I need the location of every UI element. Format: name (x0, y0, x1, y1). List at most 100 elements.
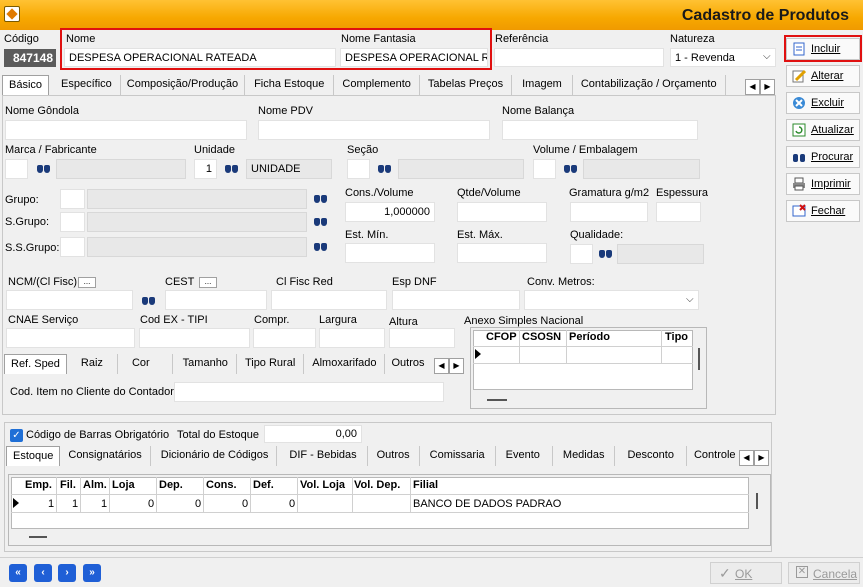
gramatura-input[interactable] (570, 202, 648, 222)
binoculars-icon[interactable] (313, 239, 329, 253)
esp-dnf-input[interactable] (392, 290, 520, 310)
tab-especifico[interactable]: Específico (49, 75, 121, 95)
sgrupo-code-input[interactable] (60, 212, 85, 232)
est-min-input[interactable] (345, 243, 435, 263)
stock-tab-comissaria[interactable]: Comissaria (419, 446, 496, 466)
unidade-code-input[interactable]: 1 (194, 159, 217, 179)
chevron-right-icon[interactable]: ▶ (449, 358, 464, 374)
tab-basico[interactable]: Básico (2, 75, 50, 95)
main-tab-scroll[interactable]: ◀ ▶ (745, 79, 775, 95)
ncm-input[interactable] (6, 290, 133, 310)
binoculars-icon[interactable] (377, 161, 393, 175)
tab-composicao[interactable]: Composição/Produção (120, 75, 246, 95)
volume-code-input[interactable] (533, 159, 556, 179)
stock-tab-medidas[interactable]: Medidas (552, 446, 616, 466)
imprimir-button[interactable]: Imprimir (786, 173, 860, 195)
stock-tab-desconto[interactable]: Desconto (615, 446, 687, 466)
ssgrupo-code-input[interactable] (60, 237, 85, 257)
subtab-cor[interactable]: Cor (117, 354, 173, 374)
last-record-icon[interactable]: » (83, 564, 101, 582)
binoculars-icon[interactable] (598, 246, 614, 260)
espessura-input[interactable] (656, 202, 701, 222)
gondola-input[interactable] (5, 120, 247, 140)
tab-contabilizacao[interactable]: Contabilização / Orçamento (572, 75, 726, 95)
previous-record-icon[interactable]: ‹ (34, 564, 52, 582)
subtab-almoxarifado[interactable]: Almoxarifado (304, 354, 386, 374)
subtab-tamanho[interactable]: Tamanho (172, 354, 237, 374)
pdv-input[interactable] (258, 120, 490, 140)
binoculars-icon[interactable] (224, 161, 240, 175)
chevron-down-icon[interactable]: ⌵ (763, 51, 771, 62)
stock-tab-controle[interactable]: Controle d (686, 446, 745, 466)
stock-tab-outros[interactable]: Outros (367, 446, 420, 466)
app-icon (4, 6, 20, 22)
tab-tabelas-precos[interactable]: Tabelas Preços (419, 75, 513, 95)
chevron-left-icon[interactable]: ◀ (745, 79, 760, 95)
next-record-icon[interactable]: › (58, 564, 76, 582)
binoculars-icon[interactable] (313, 214, 329, 228)
cons-volume-input[interactable]: 1,000000 (345, 202, 435, 222)
chevron-left-icon[interactable]: ◀ (739, 450, 754, 466)
binoculars-icon[interactable] (563, 161, 579, 175)
alterar-button[interactable]: Alterar (786, 65, 860, 87)
cest-lookup-button[interactable]: ... (199, 277, 217, 288)
altura-input[interactable] (389, 328, 455, 348)
cod-item-input[interactable] (174, 382, 444, 402)
stock-tab-dicionario[interactable]: Dicionário de Códigos (150, 446, 278, 466)
ncm-lookup-button[interactable]: ... (78, 277, 96, 288)
subtab-outros[interactable]: Outros (385, 354, 427, 374)
ok-button[interactable]: ✓ OK (710, 562, 782, 584)
chevron-right-icon[interactable]: ▶ (754, 450, 769, 466)
binoculars-icon[interactable] (313, 191, 329, 205)
atualizar-button[interactable]: Atualizar (786, 119, 860, 141)
subtab-scroll[interactable]: ◀ ▶ (434, 358, 464, 374)
tab-imagem[interactable]: Imagem (512, 75, 573, 95)
procurar-button[interactable]: Procurar (786, 146, 860, 168)
binoculars-icon[interactable] (141, 293, 157, 307)
stock-tab-estoque[interactable]: Estoque (6, 446, 61, 466)
cl-fisc-red-input[interactable] (271, 290, 387, 310)
excluir-button[interactable]: Excluir (786, 92, 860, 114)
stock-tab-consignatarios[interactable]: Consignatários (60, 446, 151, 466)
anexo-grid[interactable]: CFOP CSOSN Período Tipo (470, 327, 707, 409)
tab-ficha-estoque[interactable]: Ficha Estoque (245, 75, 335, 95)
referencia-input[interactable] (494, 48, 664, 67)
subtab-ref-sped[interactable]: Ref. Sped (4, 354, 67, 374)
nome-input[interactable]: DESPESA OPERACIONAL RATEADA (64, 48, 336, 67)
est-max-input[interactable] (457, 243, 547, 263)
largura-input[interactable] (319, 328, 385, 348)
stock-grid[interactable]: Emp. Fil. Alm. Loja Dep. Cons. Def. Vol.… (8, 474, 771, 546)
cod-ex-input[interactable] (139, 328, 250, 348)
binoculars-icon[interactable] (36, 161, 52, 175)
conv-metros-select[interactable] (524, 290, 699, 310)
barras-checkbox[interactable]: ✓ (10, 429, 23, 442)
vertical-scrollbar[interactable] (756, 493, 758, 509)
fechar-button[interactable]: Fechar (786, 200, 860, 222)
compr-input[interactable] (253, 328, 316, 348)
marca-code-input[interactable] (5, 159, 28, 179)
stock-tab-dif-bebidas[interactable]: DIF - Bebidas (277, 446, 368, 466)
stock-tab-evento[interactable]: Evento (495, 446, 553, 466)
chevron-down-icon[interactable]: ⌵ (686, 294, 694, 305)
incluir-button[interactable]: Incluir (786, 38, 860, 60)
horizontal-scrollbar[interactable] (29, 536, 47, 538)
subtab-tipo-rural[interactable]: Tipo Rural (236, 354, 305, 374)
stock-tab-scroll[interactable]: ◀ ▶ (739, 450, 769, 466)
cest-input[interactable] (165, 290, 267, 310)
horizontal-scrollbar[interactable] (487, 399, 507, 401)
qualidade-code-input[interactable] (570, 244, 593, 264)
vertical-scrollbar[interactable] (698, 348, 700, 370)
qtde-volume-input[interactable] (457, 202, 547, 222)
fantasia-input[interactable]: DESPESA OPERACIONAL R. (340, 48, 488, 67)
grupo-code-input[interactable] (60, 189, 85, 209)
subtab-raiz[interactable]: Raiz (66, 354, 118, 374)
cancel-button[interactable]: ✕ Cancela (788, 562, 860, 584)
secao-code-input[interactable] (347, 159, 370, 179)
natureza-select[interactable]: 1 - Revenda (670, 48, 776, 67)
tab-complemento[interactable]: Complemento (334, 75, 420, 95)
chevron-right-icon[interactable]: ▶ (760, 79, 775, 95)
chevron-left-icon[interactable]: ◀ (434, 358, 449, 374)
balanca-input[interactable] (502, 120, 698, 140)
first-record-icon[interactable]: « (9, 564, 27, 582)
cnae-input[interactable] (6, 328, 135, 348)
